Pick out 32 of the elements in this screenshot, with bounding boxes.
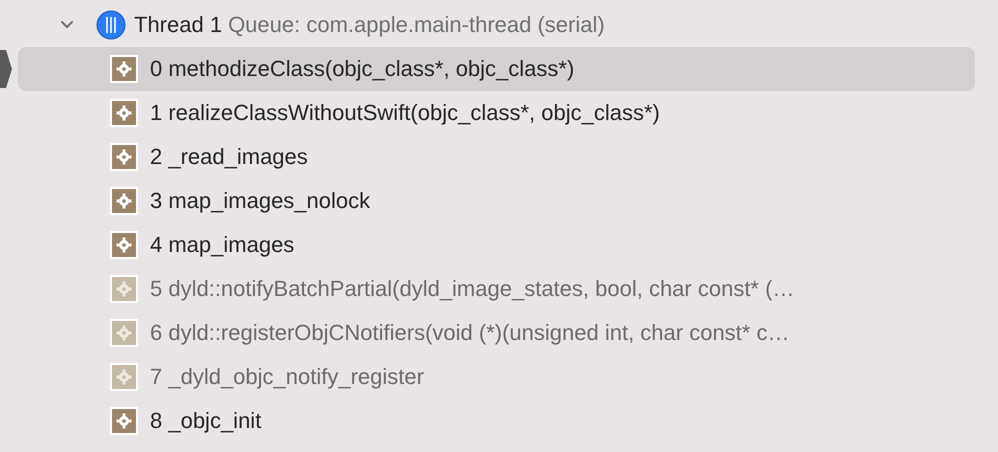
thread-icon (96, 10, 126, 40)
gear-icon (110, 99, 138, 127)
queue-label: Queue: com.apple.main-thread (serial) (228, 12, 605, 38)
gear-icon (110, 319, 138, 347)
frame-row[interactable]: 8 _objc_init (18, 399, 975, 443)
frame-label: 0 methodizeClass(objc_class*, objc_class*) (150, 56, 574, 82)
gear-icon (110, 275, 138, 303)
current-frame-marker (0, 50, 12, 88)
gear-icon (110, 187, 138, 215)
selected-frame-row[interactable]: 0 methodizeClass(objc_class*, objc_class*) (18, 47, 975, 91)
frame-label: 3 map_images_nolock (150, 188, 370, 214)
thread-name: Thread 1 (134, 12, 222, 38)
gear-icon (110, 363, 138, 391)
frame-row[interactable]: 6 dyld::registerObjCNotifiers(void (*)(unsigned int, char const* c… (18, 311, 975, 355)
frame-label: 4 map_images (150, 232, 294, 258)
frame-label: 1 realizeClassWithoutSwift(objc_class*, objc_class*) (150, 100, 660, 126)
frame-row[interactable]: 1 realizeClassWithoutSwift(objc_class*, objc_class*) (18, 91, 975, 135)
frame-row[interactable]: 7 _dyld_objc_notify_register (18, 355, 975, 399)
gear-icon (110, 143, 138, 171)
frame-row[interactable]: 2 _read_images (18, 135, 975, 179)
gear-icon (110, 407, 138, 435)
chevron-icon[interactable] (60, 20, 74, 30)
frame-label: 6 dyld::registerObjCNotifiers(void (*)(unsigned int, char const* c… (150, 320, 790, 346)
frame-label: 2 _read_images (150, 144, 308, 170)
gear-icon (110, 231, 138, 259)
frame-label: 5 dyld::notifyBatchPartial(dyld_image_states, bool, char const* (… (150, 276, 794, 302)
frame-row[interactable]: 4 map_images (18, 223, 975, 267)
frame-row[interactable]: 5 dyld::notifyBatchPartial(dyld_image_states, bool, char const* (… (18, 267, 975, 311)
gear-icon (110, 55, 138, 83)
frame-label: 8 _objc_init (150, 408, 262, 434)
frame-label: 7 _dyld_objc_notify_register (150, 364, 424, 390)
frame-row[interactable]: 3 map_images_nolock (18, 179, 975, 223)
